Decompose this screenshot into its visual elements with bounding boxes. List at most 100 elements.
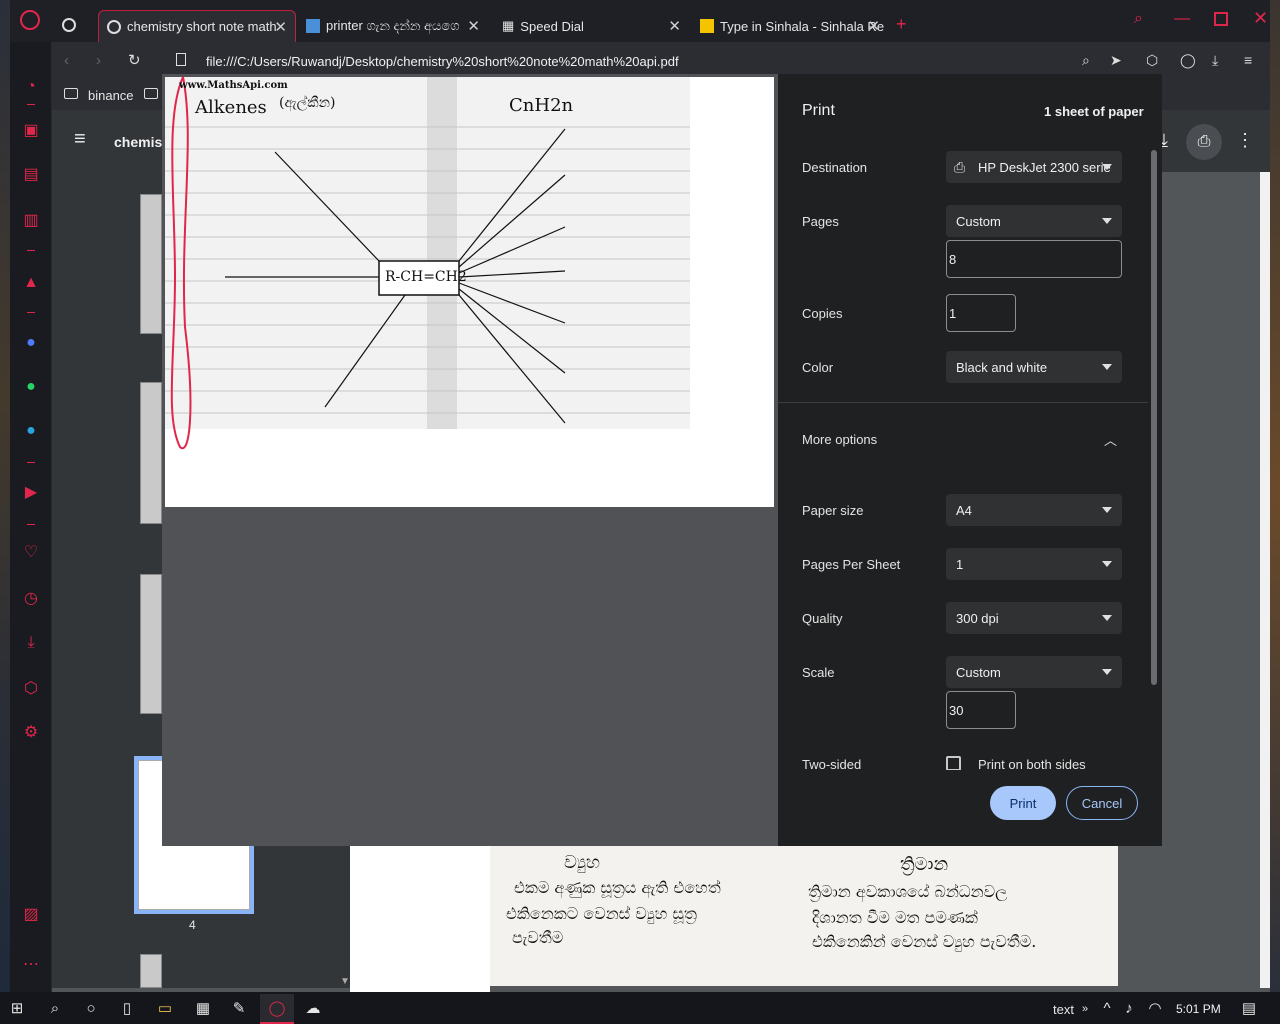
search-icon[interactable]: ⌕ [1134, 10, 1143, 28]
copies-input[interactable]: 1 [946, 294, 1016, 332]
calculator-icon[interactable]: ▦ [194, 1000, 212, 1018]
pages-per-sheet-value: 1 [956, 556, 964, 572]
notifications-icon[interactable]: ▤ [1240, 1000, 1258, 1018]
maximize-icon[interactable] [1214, 12, 1228, 26]
new-tab-plus-icon[interactable]: + [896, 14, 907, 35]
url-field[interactable]: file:///C:/Users/Ruwandj/Desktop/chemist… [206, 54, 679, 69]
whatsapp-icon[interactable]: ● [20, 376, 42, 398]
hamburger-menu-icon[interactable]: ≡ [74, 128, 86, 151]
desktop-wallpaper-left [0, 0, 10, 992]
settings-scrollbar[interactable] [1151, 150, 1157, 685]
paint-icon[interactable]: ✎ [230, 1000, 248, 1018]
pdf-print-icon[interactable]: ⎙ [1186, 124, 1222, 160]
aria-icon[interactable]: ▲ [20, 272, 42, 294]
account-icon[interactable]: ◯ [1180, 52, 1196, 69]
tab-title: Type in Sinhala - Sinhala Re [720, 18, 885, 34]
twitch-icon[interactable]: ▤ [20, 164, 42, 186]
opera-taskbar-icon[interactable]: ◯ [268, 1000, 286, 1018]
destination-value: HP DeskJet 2300 serie [978, 159, 1111, 175]
paper-size-label: Paper size [802, 503, 864, 518]
search-icon[interactable]: ⌕ [46, 1000, 64, 1018]
workspace-icon[interactable] [62, 18, 76, 32]
page-thumbnail[interactable] [140, 382, 162, 524]
doc-line: පැවතීම [512, 928, 564, 947]
cancel-button[interactable]: Cancel [1066, 786, 1138, 820]
site-favicon-icon [306, 19, 320, 33]
two-sided-checkbox[interactable] [946, 756, 961, 771]
cortana-icon[interactable]: ○ [82, 1000, 100, 1018]
tab-title: chemistry short note math [127, 19, 277, 34]
page-thumbnail[interactable] [140, 574, 162, 714]
volume-icon[interactable]: ♪ [1120, 1000, 1138, 1018]
task-view-icon[interactable]: ▯ [118, 1000, 136, 1018]
shopping-icon[interactable]: ▣ [20, 120, 42, 142]
chevron-down-icon [1102, 561, 1112, 567]
thumbnail-page-number: 4 [189, 918, 196, 932]
windows-start-icon[interactable]: ⊞ [8, 1000, 26, 1018]
pages-input[interactable]: 8 [946, 240, 1122, 278]
back-icon[interactable]: ‹ [64, 52, 69, 69]
folder-icon [64, 88, 78, 99]
page-thumbnail[interactable] [140, 194, 162, 334]
tab-chemistry[interactable]: chemistry short note math ✕ [98, 10, 296, 42]
folder-icon[interactable] [144, 88, 158, 99]
quality-select[interactable]: 300 dpi [946, 602, 1122, 634]
close-icon[interactable]: ✕ [668, 17, 681, 35]
extensions-icon[interactable]: ⬡ [1146, 52, 1158, 69]
more-options-toggle[interactable]: More options [802, 432, 877, 447]
download-icon[interactable]: ⤓ [1212, 52, 1218, 69]
sidebar-divider [27, 524, 35, 525]
tab-speed-dial[interactable]: ▦ Speed Dial ✕ [494, 10, 689, 42]
player-icon[interactable]: ▶ [20, 482, 42, 504]
pages-select[interactable]: Custom [946, 205, 1122, 237]
print-button[interactable]: Print [990, 786, 1056, 820]
find-icon[interactable]: ⌕ [1082, 52, 1090, 69]
reload-icon[interactable]: ↻ [128, 51, 141, 69]
cube-icon[interactable]: ⬡ [20, 678, 42, 700]
tray-text[interactable]: text [1053, 1002, 1074, 1017]
chevron-down-icon [1102, 615, 1112, 621]
minimize-icon[interactable]: — [1174, 10, 1190, 28]
chevron-right-double-icon[interactable]: » [1076, 1000, 1094, 1018]
image-icon[interactable]: ▨ [20, 904, 42, 926]
wifi-icon[interactable]: ◠ [1146, 1000, 1164, 1018]
close-icon[interactable]: ✕ [467, 17, 480, 35]
opera-logo-icon[interactable] [20, 10, 40, 30]
close-icon[interactable]: ✕ [867, 17, 880, 35]
history-icon[interactable]: ◷ [20, 588, 42, 610]
window-close-icon[interactable]: ✕ [1253, 8, 1268, 29]
page-thumbnail[interactable] [140, 954, 162, 988]
chevron-up-icon[interactable]: ︿ [1104, 430, 1117, 449]
show-hidden-icons-icon[interactable]: ^ [1098, 1000, 1116, 1018]
pdf-more-icon[interactable]: ⋮ [1236, 130, 1254, 151]
chevron-down-icon [1102, 669, 1112, 675]
app-taskbar-icon[interactable]: ☁ [304, 1000, 322, 1018]
messenger-icon[interactable]: ● [20, 332, 42, 354]
tab-printer[interactable]: printer ගැන දන්න අයගෙ ✕ [298, 10, 488, 42]
scale-select[interactable]: Custom [946, 656, 1122, 688]
clock[interactable]: 5:01 PM [1176, 1002, 1221, 1016]
bookmark-binance[interactable]: binance [88, 88, 134, 103]
more-dots-icon[interactable]: ⋯ [20, 954, 42, 976]
pages-per-sheet-select[interactable]: 1 [946, 548, 1122, 580]
sidebar-divider [27, 462, 35, 463]
forward-icon[interactable]: › [96, 52, 101, 69]
speedometer-icon[interactable]: ◔ [20, 76, 42, 98]
paper-size-select[interactable]: A4 [946, 494, 1122, 526]
telegram-icon[interactable]: ● [20, 420, 42, 442]
menu-icon[interactable]: ≡ [1244, 52, 1252, 68]
file-explorer-icon[interactable]: ▭ [156, 1000, 174, 1018]
games-icon[interactable]: ▥ [20, 210, 42, 232]
heart-icon[interactable]: ♡ [20, 542, 42, 564]
scroll-down-icon[interactable]: ▼ [340, 976, 350, 987]
close-icon[interactable]: ✕ [274, 18, 287, 36]
scrollbar[interactable] [1260, 172, 1270, 988]
scale-input[interactable]: 30 [946, 691, 1016, 729]
send-icon[interactable]: ➤ [1110, 52, 1122, 69]
downloads-icon[interactable]: ⤓ [20, 632, 42, 654]
preview-heading: Alkenes [195, 97, 267, 118]
destination-select[interactable]: ⎙ HP DeskJet 2300 serie [946, 151, 1122, 183]
tab-type-in-sinhala[interactable]: Type in Sinhala - Sinhala Re ✕ [692, 10, 888, 42]
settings-gear-icon[interactable]: ⚙ [20, 722, 42, 744]
color-select[interactable]: Black and white [946, 351, 1122, 383]
